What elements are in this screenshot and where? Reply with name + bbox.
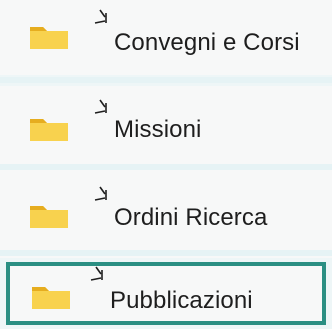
folder-icon <box>32 287 70 309</box>
folder-row-pubblicazioni-selected[interactable]: Pubblicazioni <box>6 262 326 325</box>
folder-label: Ordini Ricerca <box>114 204 268 231</box>
row-divider <box>0 250 332 256</box>
folder-label: Missioni <box>114 116 202 143</box>
folder-row-missioni[interactable]: Missioni <box>0 86 332 172</box>
folder-icon <box>30 119 68 141</box>
folder-icon <box>30 206 68 228</box>
sync-pending-icon <box>94 99 107 114</box>
sync-pending-icon <box>90 266 103 281</box>
folder-row-convegni-e-corsi[interactable]: Convegni e Corsi <box>0 0 332 75</box>
row-divider <box>0 164 332 170</box>
sync-pending-icon <box>94 186 107 201</box>
folder-label: Convegni e Corsi <box>114 29 300 56</box>
folder-list: Convegni e Corsi Missioni Ordini Ricerca <box>0 0 332 329</box>
folder-label: Pubblicazioni <box>110 287 253 314</box>
folder-icon <box>30 27 68 49</box>
sync-pending-icon <box>94 9 107 24</box>
folder-row-ordini-ricerca[interactable]: Ordini Ricerca <box>0 172 332 258</box>
row-divider <box>0 77 332 83</box>
